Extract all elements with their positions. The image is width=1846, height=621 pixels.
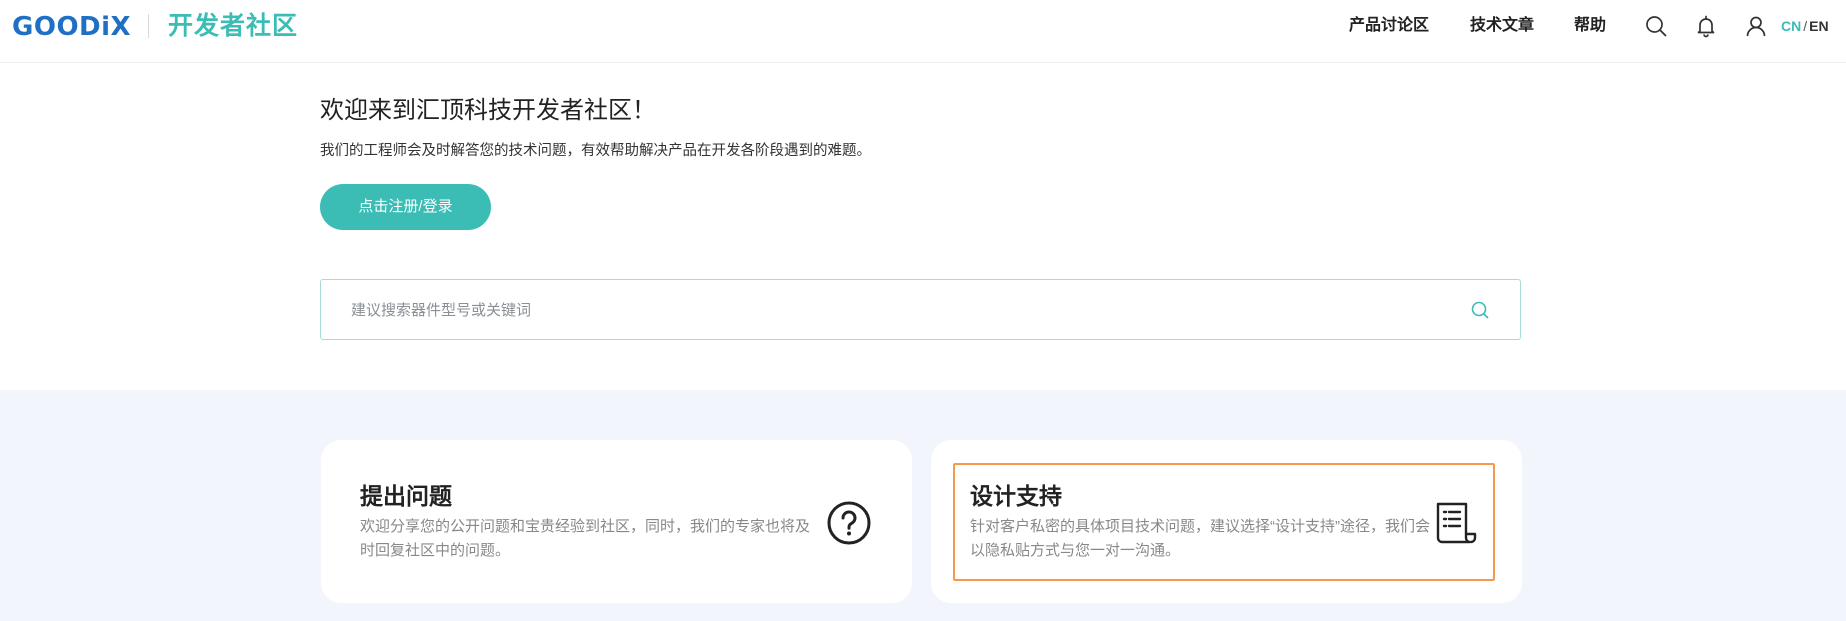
- design-support-card[interactable]: 设计支持 针对客户私密的具体项目技术问题，建议选择“设计支持”途径，我们会以隐私…: [931, 440, 1522, 603]
- card-description: 欢迎分享您的公开问题和宝贵经验到社区，同时，我们的专家也将及时回复社区中的问题。: [360, 518, 811, 559]
- card-title: 提出问题: [360, 483, 452, 509]
- card-description: 针对客户私密的具体项目技术问题，建议选择“设计支持”途径，我们会以隐私贴方式与您…: [970, 518, 1430, 559]
- top-header: GOODiX 开发者社区 产品讨论区 技术文章 帮助 CN / EN: [0, 0, 1846, 63]
- search-input[interactable]: [351, 295, 1431, 325]
- question-circle-icon: [827, 501, 871, 545]
- bell-icon[interactable]: [1694, 14, 1718, 38]
- search-icon[interactable]: [1644, 14, 1668, 38]
- ask-question-card[interactable]: 提出问题 欢迎分享您的公开问题和宝贵经验到社区，同时，我们的专家也将及时回复社区…: [321, 440, 912, 603]
- lang-en[interactable]: EN: [1809, 18, 1828, 34]
- nav-tech-articles[interactable]: 技术文章: [1470, 14, 1534, 38]
- feature-band: [0, 390, 1846, 621]
- card-title: 设计支持: [970, 483, 1062, 509]
- search-box: [320, 279, 1521, 340]
- lang-separator: /: [1803, 18, 1808, 34]
- language-switch: CN / EN: [1781, 16, 1829, 36]
- register-login-button[interactable]: 点击注册/登录: [320, 184, 491, 230]
- search-submit-icon[interactable]: [1468, 298, 1492, 322]
- community-title[interactable]: 开发者社区: [168, 10, 298, 42]
- nav-product-discussion[interactable]: 产品讨论区: [1349, 14, 1429, 38]
- lang-cn[interactable]: CN: [1781, 18, 1801, 34]
- goodix-logo[interactable]: GOODiX: [12, 12, 131, 42]
- user-icon[interactable]: [1744, 14, 1768, 38]
- welcome-subtitle: 我们的工程师会及时解答您的技术问题，有效帮助解决产品在开发各阶段遇到的难题。: [320, 143, 871, 159]
- logo-divider: [148, 14, 149, 38]
- nav-help[interactable]: 帮助: [1574, 14, 1606, 38]
- welcome-title: 欢迎来到汇顶科技开发者社区！: [320, 97, 656, 124]
- document-list-icon: [1436, 502, 1477, 544]
